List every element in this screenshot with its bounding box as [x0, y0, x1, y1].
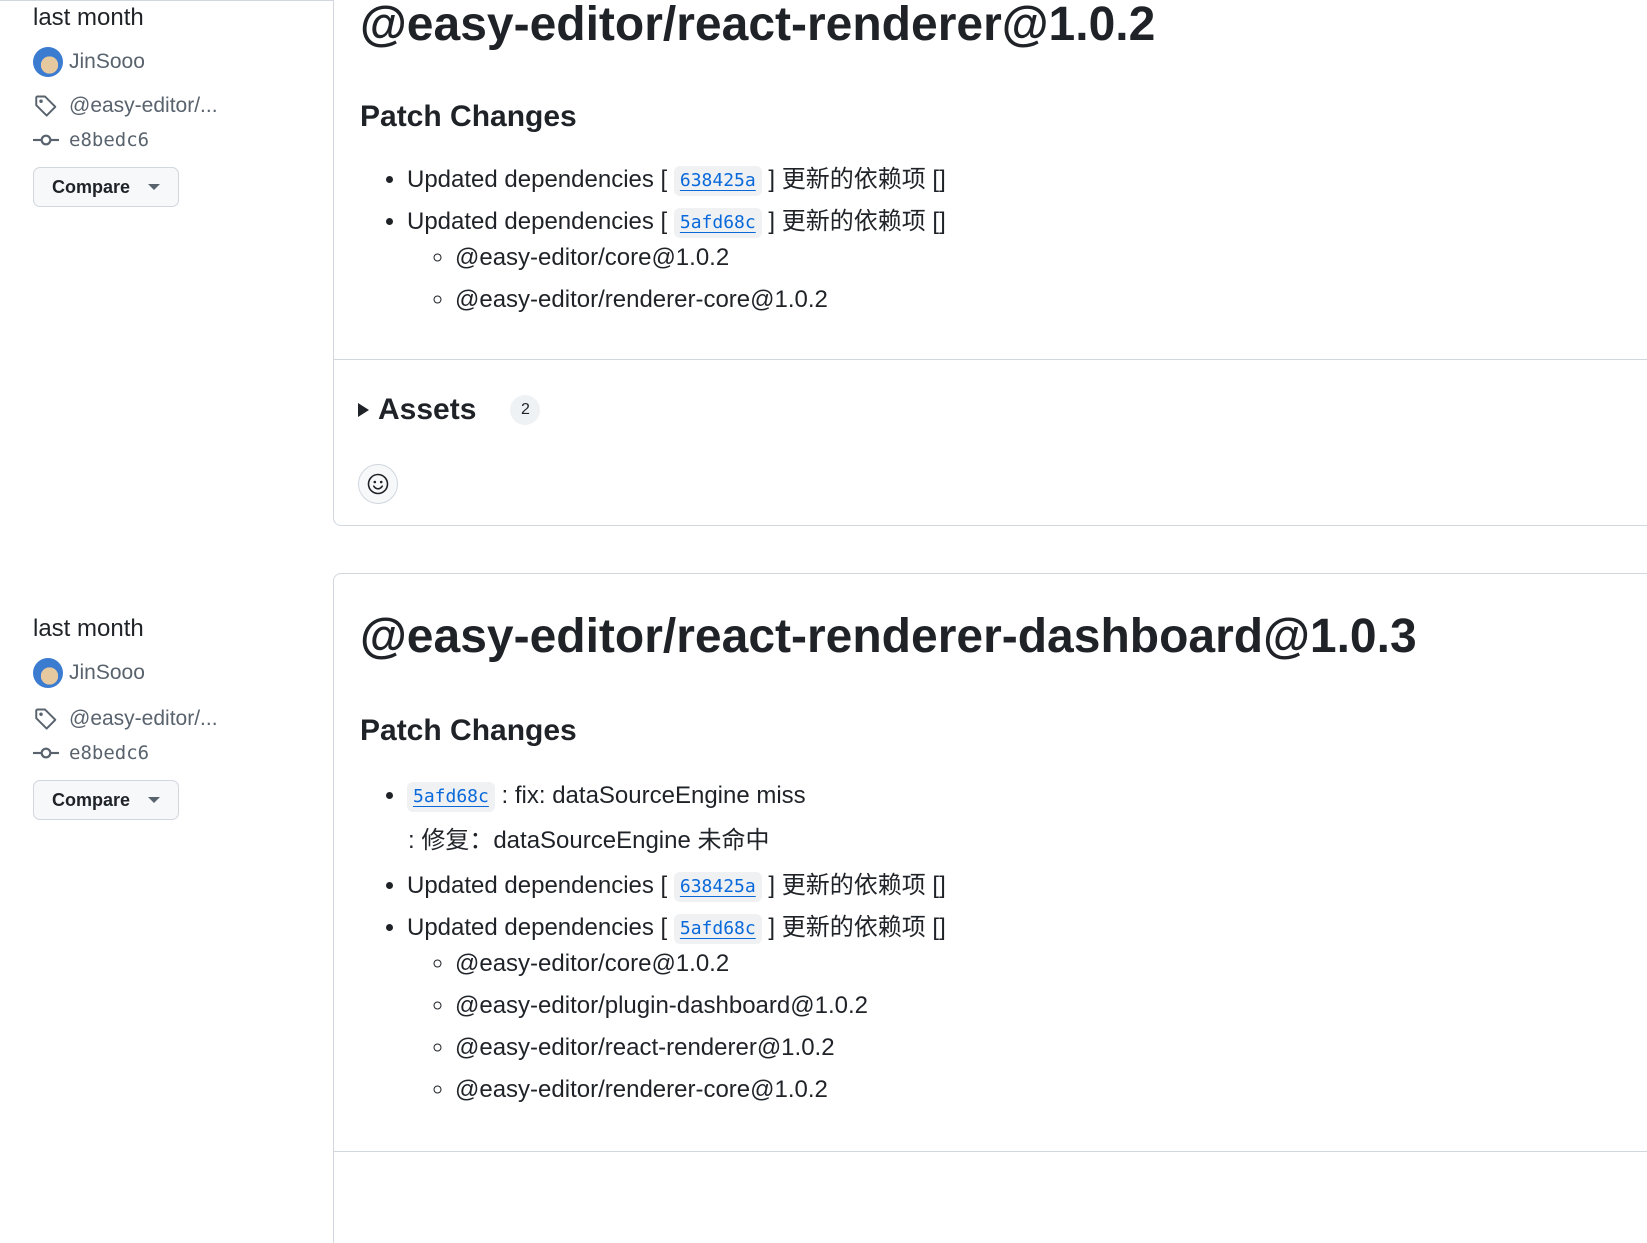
- git-commit-icon: [33, 747, 59, 759]
- release-card: @easy-editor/react-renderer@1.0.2 Patch …: [333, 0, 1647, 526]
- release-card: @easy-editor/react-renderer-dashboard@1.…: [333, 573, 1647, 1243]
- dependency-item: @easy-editor/renderer-core@1.0.2: [455, 1069, 1647, 1111]
- releases-page: last month JinSooo @easy-editor/... e8be…: [0, 0, 1647, 1243]
- add-reaction-button[interactable]: [358, 464, 398, 504]
- list-item: Updated dependencies [ 638425a ] 更新的依赖项 …: [407, 865, 1647, 907]
- section-heading: Patch Changes: [360, 100, 577, 133]
- changes-list: 5afd68c : fix: dataSourceEngine miss: [360, 775, 1647, 817]
- tag-row[interactable]: @easy-editor/...: [33, 702, 323, 736]
- dependency-list: @easy-editor/core@1.0.2 @easy-editor/ren…: [407, 237, 1647, 321]
- commit-row[interactable]: e8bedc6: [33, 736, 323, 770]
- change-continuation: : 修复：dataSourceEngine 未命中: [408, 827, 770, 854]
- commit-sha-link[interactable]: 638425a: [673, 166, 762, 196]
- tag-icon: [35, 95, 57, 117]
- release-title[interactable]: @easy-editor/react-renderer@1.0.2: [360, 0, 1647, 55]
- change-text: Updated dependencies [: [407, 914, 668, 941]
- change-text: : fix: dataSourceEngine miss: [501, 782, 806, 809]
- change-text: ] 更新的依赖项 []: [768, 208, 946, 235]
- compare-button[interactable]: Compare: [33, 780, 180, 820]
- tag-link[interactable]: @easy-editor/...: [69, 707, 218, 731]
- triangle-down-icon: [148, 797, 161, 803]
- release-date: last month: [33, 615, 144, 642]
- commit-link[interactable]: e8bedc6: [69, 742, 149, 764]
- triangle-right-icon: [358, 403, 369, 417]
- triangle-down-icon: [148, 184, 161, 190]
- tag-link[interactable]: @easy-editor/...: [69, 94, 218, 118]
- divider: [334, 1151, 1647, 1152]
- changes-list: Updated dependencies [ 638425a ] 更新的依赖项 …: [360, 159, 1647, 321]
- change-text: ] 更新的依赖项 []: [768, 914, 946, 941]
- compare-label: Compare: [52, 176, 131, 197]
- avatar[interactable]: [33, 658, 63, 688]
- change-text: Updated dependencies [: [407, 208, 668, 235]
- commit-sha-link[interactable]: 5afd68c: [673, 208, 762, 238]
- assets-label: Assets: [378, 393, 477, 426]
- smiley-icon: [367, 473, 389, 495]
- release-title[interactable]: @easy-editor/react-renderer-dashboard@1.…: [360, 607, 1647, 667]
- tag-icon: [35, 708, 57, 730]
- release-date: last month: [33, 4, 144, 31]
- change-text: ] 更新的依赖项 []: [768, 872, 946, 899]
- commit-sha-link[interactable]: 5afd68c: [673, 914, 762, 944]
- dependency-item: @easy-editor/react-renderer@1.0.2: [455, 1027, 1647, 1069]
- changes-list: Updated dependencies [ 638425a ] 更新的依赖项 …: [360, 865, 1647, 1111]
- change-text: Updated dependencies [: [407, 166, 668, 193]
- list-item: Updated dependencies [ 5afd68c ] 更新的依赖项 …: [407, 907, 1647, 1111]
- git-commit-icon: [33, 134, 59, 146]
- commit-sha-link[interactable]: 5afd68c: [407, 782, 495, 812]
- compare-label: Compare: [52, 789, 131, 810]
- assets-count: 2: [510, 395, 541, 425]
- list-item: Updated dependencies [ 638425a ] 更新的依赖项 …: [407, 159, 1647, 201]
- dependency-item: @easy-editor/plugin-dashboard@1.0.2: [455, 985, 1647, 1027]
- section-heading: Patch Changes: [360, 714, 577, 747]
- avatar[interactable]: [33, 47, 63, 77]
- change-text: Updated dependencies [: [407, 872, 668, 899]
- tag-row[interactable]: @easy-editor/...: [33, 89, 323, 123]
- author-row[interactable]: JinSooo: [33, 656, 323, 690]
- assets-toggle[interactable]: Assets 2: [334, 360, 1647, 460]
- commit-link[interactable]: e8bedc6: [69, 129, 149, 151]
- compare-button[interactable]: Compare: [33, 167, 180, 207]
- release-meta: last month JinSooo @easy-editor/... e8be…: [33, 1, 323, 207]
- dependency-item: @easy-editor/core@1.0.2: [455, 943, 1647, 985]
- dependency-list: @easy-editor/core@1.0.2 @easy-editor/plu…: [407, 943, 1647, 1111]
- author-link[interactable]: JinSooo: [69, 50, 145, 74]
- author-link[interactable]: JinSooo: [69, 661, 145, 685]
- dependency-item: @easy-editor/renderer-core@1.0.2: [455, 279, 1647, 321]
- author-row[interactable]: JinSooo: [33, 45, 323, 79]
- commit-sha-link[interactable]: 638425a: [673, 872, 762, 902]
- list-item: 5afd68c : fix: dataSourceEngine miss: [407, 775, 1647, 817]
- list-item: Updated dependencies [ 5afd68c ] 更新的依赖项 …: [407, 201, 1647, 321]
- dependency-item: @easy-editor/core@1.0.2: [455, 237, 1647, 279]
- commit-row[interactable]: e8bedc6: [33, 123, 323, 157]
- change-text: ] 更新的依赖项 []: [768, 166, 946, 193]
- release-meta: last month JinSooo @easy-editor/... e8be…: [33, 612, 323, 820]
